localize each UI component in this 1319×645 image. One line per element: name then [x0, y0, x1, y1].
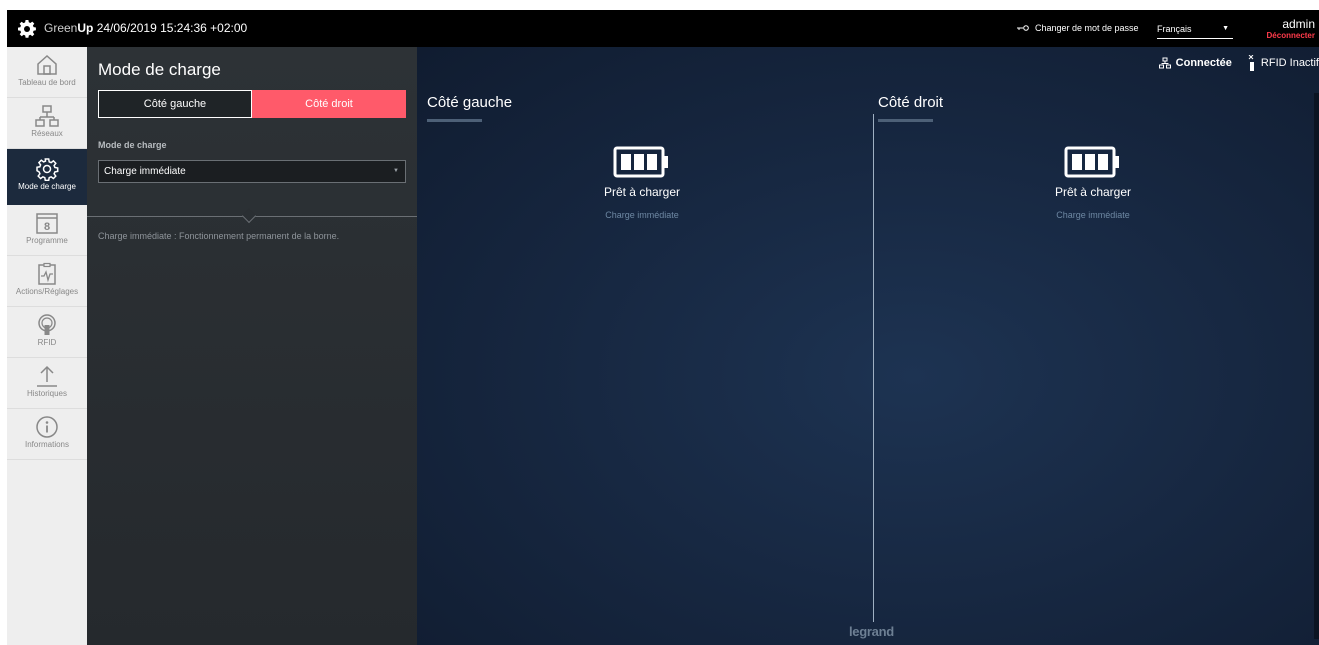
user-name: admin — [1282, 17, 1315, 31]
sidebar-item-label: Programme — [26, 236, 68, 245]
logout-link[interactable]: Déconnecter — [1267, 31, 1315, 40]
change-password-label: Changer de mot de passe — [1035, 23, 1139, 33]
divider-notch — [241, 208, 257, 224]
network-status: Connectée — [1158, 57, 1232, 69]
charge-mode-field-label: Mode de charge — [98, 140, 167, 150]
sidebar-item-dashboard[interactable]: Tableau de bord — [7, 47, 87, 98]
chevron-down-icon: ▼ — [393, 168, 399, 174]
left-charge-mode: Charge immédiate — [605, 210, 679, 220]
rfid-disabled-icon — [1248, 55, 1254, 71]
sidebar-item-history[interactable]: Historiques — [7, 358, 87, 409]
sidebar-item-actions-settings[interactable]: Actions/Réglages — [7, 256, 87, 307]
sidebar-item-program[interactable]: 8 Programme — [7, 205, 87, 256]
battery-icon — [1064, 146, 1119, 178]
chevron-down-icon: ▼ — [1222, 25, 1229, 32]
side-toggle: Côté gauche Côté droit — [98, 90, 406, 118]
sidebar-item-label: Actions/Réglages — [15, 287, 79, 296]
left-charge-state: Prêt à charger — [603, 185, 681, 199]
legrand-logo: legrand — [849, 624, 894, 639]
language-value: Français — [1157, 24, 1192, 34]
top-bar: GreenUp 24/06/2019 15:24:36 +02:00 Chang… — [7, 10, 1319, 47]
left-side-title: Côté gauche — [427, 94, 513, 111]
calendar-icon: 8 — [36, 213, 58, 234]
app-window: GreenUp 24/06/2019 15:24:36 +02:00 Chang… — [7, 10, 1319, 645]
brand-name-bold: Up — [77, 21, 94, 35]
brand-name-light: Green — [44, 21, 78, 35]
rfid-status: RFID Inactif — [1248, 55, 1319, 71]
rfid-icon — [38, 314, 56, 335]
upload-icon — [37, 365, 57, 387]
title-underline — [427, 119, 482, 122]
side-divider — [873, 114, 874, 622]
sidebar-item-charge-mode[interactable]: Mode de charge — [7, 149, 87, 205]
title-underline — [878, 119, 933, 122]
charge-mode-description: Charge immédiate : Fonctionnement perman… — [98, 231, 340, 241]
sidebar-item-label: Mode de charge — [18, 182, 76, 191]
sidebar-item-label: RFID — [37, 338, 57, 347]
datetime: 24/06/2019 15:24:36 +02:00 — [96, 21, 248, 35]
right-charge-mode: Charge immédiate — [1056, 210, 1130, 220]
home-icon — [37, 54, 57, 75]
page-title: Mode de charge — [98, 60, 221, 79]
info-icon — [36, 416, 58, 438]
gear-logo-icon — [18, 20, 36, 38]
charge-mode-select-value: Charge immédiate — [104, 166, 186, 177]
network-icon — [35, 105, 59, 127]
network-icon — [1158, 57, 1171, 69]
change-password-link[interactable]: Changer de mot de passe — [1017, 23, 1139, 33]
sidebar-item-label: Historiques — [26, 389, 67, 398]
scrollbar[interactable] — [1314, 93, 1319, 639]
user-menu: admin Déconnecter — [1267, 17, 1315, 40]
battery-icon — [613, 146, 668, 178]
tab-left-side[interactable]: Côté gauche — [98, 90, 252, 118]
key-icon — [1017, 25, 1029, 31]
calendar-day: 8 — [44, 221, 50, 233]
charge-mode-panel: Mode de charge Côté gauche Côté droit Mo… — [87, 47, 417, 645]
network-status-label: Connectée — [1175, 57, 1232, 69]
sidebar-item-label: Réseaux — [31, 129, 63, 138]
sidebar-item-rfid[interactable]: RFID — [7, 307, 87, 358]
main-status-area: Connectée RFID Inactif Côté gauche Prêt … — [417, 47, 1319, 645]
rfid-status-label: RFID Inactif — [1260, 57, 1319, 69]
right-charge-state: Prêt à charger — [1054, 185, 1132, 199]
sidebar-item-networks[interactable]: Réseaux — [7, 98, 87, 149]
sidebar-item-label: Informations — [24, 440, 70, 449]
right-side-title: Côté droit — [878, 94, 944, 111]
sidebar-item-information[interactable]: Informations — [7, 409, 87, 460]
sidebar: Tableau de bord Réseaux Mode de charge 8… — [7, 47, 87, 645]
charge-mode-select[interactable]: Charge immédiate ▼ — [98, 160, 406, 183]
clipboard-icon — [38, 262, 56, 285]
language-select[interactable]: Français ▼ — [1157, 19, 1233, 39]
tab-right-side[interactable]: Côté droit — [252, 90, 406, 118]
sidebar-item-label: Tableau de bord — [18, 78, 76, 87]
gear-icon — [36, 158, 59, 181]
app-brand: GreenUp 24/06/2019 15:24:36 +02:00 — [44, 21, 247, 35]
status-bar: Connectée RFID Inactif — [1158, 55, 1319, 71]
